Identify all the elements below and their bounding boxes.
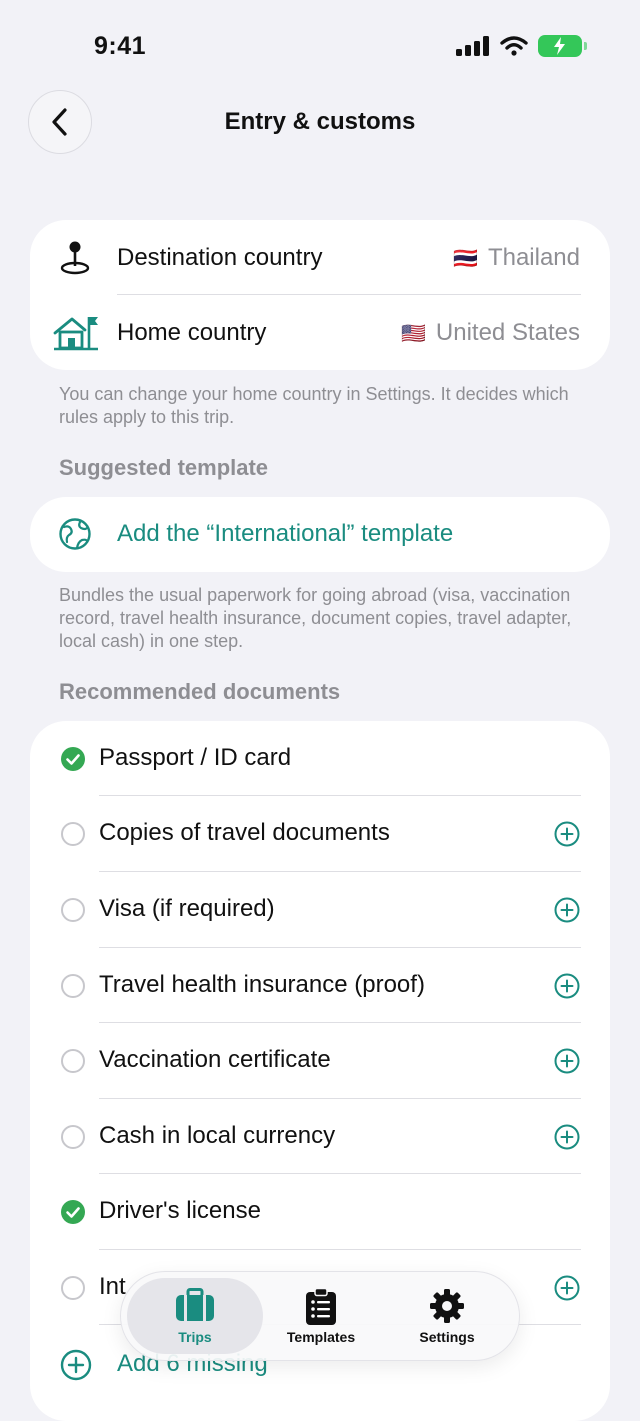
document-row-passport[interactable]: Passport / ID card: [30, 721, 610, 796]
document-label: Visa (if required): [99, 895, 275, 922]
map-pin-icon: [60, 241, 90, 275]
tab-label: Settings: [419, 1329, 475, 1345]
template-description: Bundles the usual paperwork for going ab…: [59, 585, 572, 651]
add-international-template-link[interactable]: Add the “International” template: [117, 520, 453, 548]
empty-circle-icon[interactable]: [61, 1276, 85, 1300]
page-title: Entry & customs: [224, 108, 416, 135]
home-country-value: 🇺🇸 United States: [401, 319, 580, 346]
plus-circle-icon[interactable]: [554, 897, 580, 923]
document-label: Int: [99, 1273, 126, 1300]
plus-circle-icon[interactable]: [554, 973, 580, 999]
destination-country-value: 🇹🇭 Thailand: [453, 244, 580, 271]
tab-settings[interactable]: Settings: [379, 1278, 515, 1354]
recommended-documents-header: Recommended documents: [59, 679, 341, 704]
document-row-visa[interactable]: Visa (if required): [30, 872, 610, 947]
document-row-vaccination[interactable]: Vaccination certificate: [30, 1023, 610, 1098]
document-row-copies[interactable]: Copies of travel documents: [30, 796, 610, 871]
status-time: 9:41: [94, 32, 147, 60]
plus-circle-icon[interactable]: [554, 821, 580, 847]
tab-trips[interactable]: Trips: [127, 1278, 263, 1354]
template-card[interactable]: Add the “International” template: [30, 497, 610, 572]
home-country-row[interactable]: Home country 🇺🇸 United States: [30, 295, 610, 370]
plus-circle-icon: [60, 1349, 92, 1381]
checkmark-circle-icon[interactable]: [61, 747, 85, 771]
document-label: Passport / ID card: [99, 744, 292, 771]
battery-icon: [538, 35, 587, 57]
empty-circle-icon[interactable]: [61, 1049, 85, 1073]
tab-label: Trips: [178, 1329, 212, 1345]
home-flag-icon: [53, 317, 98, 351]
document-row-drivers-license[interactable]: Driver's license: [30, 1174, 610, 1249]
suitcase-icon: [176, 1288, 214, 1321]
empty-circle-icon[interactable]: [61, 822, 85, 846]
plus-circle-icon[interactable]: [554, 1275, 580, 1301]
tab-templates[interactable]: Templates: [253, 1278, 389, 1354]
document-label: Cash in local currency: [99, 1122, 336, 1149]
destination-country-row[interactable]: Destination country 🇹🇭 Thailand: [30, 220, 610, 295]
gear-icon: [430, 1289, 464, 1323]
empty-circle-icon[interactable]: [61, 974, 85, 998]
status-bar: 9:41: [0, 0, 640, 90]
tab-label: Templates: [286, 1329, 356, 1345]
tab-bar: Trips Templates Settings: [120, 1271, 520, 1361]
document-label: Vaccination certificate: [99, 1046, 331, 1073]
empty-circle-icon[interactable]: [61, 1125, 85, 1149]
checkmark-circle-icon[interactable]: [61, 1200, 85, 1224]
cellular-signal-icon: [456, 36, 489, 56]
document-label: Copies of travel documents: [99, 819, 390, 846]
countries-card: Destination country 🇹🇭 Thailand Home cou…: [30, 220, 610, 370]
home-country-label: Home country: [117, 319, 267, 346]
thailand-flag-icon: 🇹🇭: [453, 247, 478, 270]
globe-icon: [59, 518, 91, 550]
plus-circle-icon[interactable]: [554, 1124, 580, 1150]
clipboard-list-icon: [306, 1288, 336, 1325]
document-label: Travel health insurance (proof): [99, 971, 425, 998]
document-label: Driver's license: [99, 1197, 261, 1224]
document-row-insurance[interactable]: Travel health insurance (proof): [30, 948, 610, 1023]
suggested-template-header: Suggested template: [59, 455, 269, 480]
destination-country-label: Destination country: [117, 244, 323, 271]
empty-circle-icon[interactable]: [61, 898, 85, 922]
plus-circle-icon[interactable]: [554, 1048, 580, 1074]
status-icons: [456, 35, 587, 57]
wifi-icon: [500, 36, 528, 56]
document-row-cash[interactable]: Cash in local currency: [30, 1099, 610, 1174]
home-country-note: You can change your home country in Sett…: [59, 384, 569, 427]
us-flag-icon: 🇺🇸: [401, 322, 426, 345]
